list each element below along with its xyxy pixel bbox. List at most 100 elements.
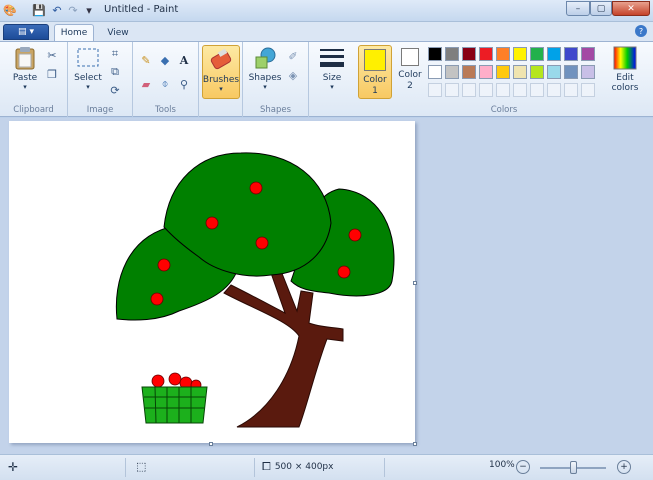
custom-color-slot[interactable] bbox=[547, 83, 561, 97]
resize-handle-corner[interactable] bbox=[413, 442, 417, 446]
resize-handle-right[interactable] bbox=[413, 281, 417, 285]
chevron-down-icon: ▾ bbox=[330, 83, 334, 91]
line-width-icon bbox=[320, 46, 344, 70]
apple-tree-drawing bbox=[115, 152, 395, 428]
copy-icon[interactable]: ❐ bbox=[44, 66, 60, 82]
text-icon[interactable]: A bbox=[176, 52, 192, 68]
custom-color-slot[interactable] bbox=[530, 83, 544, 97]
tools-group: ✎ ◆ A ▰ ⌽ ⚲ Tools bbox=[133, 42, 199, 117]
shapes-group: Shapes ▾ ✐ ◈ Shapes bbox=[243, 42, 309, 117]
outline-icon[interactable]: ✐ bbox=[285, 48, 301, 64]
pencil-icon[interactable]: ✎ bbox=[138, 52, 154, 68]
palette-swatch[interactable] bbox=[445, 47, 459, 61]
palette-swatch[interactable] bbox=[496, 47, 510, 61]
palette-swatch[interactable] bbox=[428, 47, 442, 61]
fill-icon[interactable]: ◆ bbox=[157, 52, 173, 68]
chevron-down-icon: ▾ bbox=[263, 83, 267, 91]
magnifier-icon[interactable]: ⚲ bbox=[176, 76, 192, 92]
tab-home[interactable]: Home bbox=[54, 24, 94, 41]
custom-color-slot[interactable] bbox=[564, 83, 578, 97]
color2-swatch bbox=[401, 48, 419, 66]
shapes-icon bbox=[253, 46, 277, 70]
chevron-down-icon: ▾ bbox=[29, 27, 35, 37]
drawing-canvas[interactable] bbox=[9, 121, 415, 443]
clipboard-group: Paste ▾ ✂ ❐ Clipboard bbox=[0, 42, 68, 117]
color1-label: Color 1 bbox=[363, 75, 387, 96]
zoom-out-button[interactable]: − bbox=[516, 460, 530, 474]
title-bar: 🎨 💾 ↶ ↷ ▾ Untitled - Paint – ▢ ✕ bbox=[0, 0, 653, 22]
color-picker-icon[interactable]: ⌽ bbox=[157, 76, 173, 92]
custom-color-slot[interactable] bbox=[462, 83, 476, 97]
palette-swatch[interactable] bbox=[547, 47, 561, 61]
file-menu-button[interactable]: ▤ ▾ bbox=[3, 24, 49, 40]
undo-icon[interactable]: ↶ bbox=[50, 3, 64, 17]
custom-color-slot[interactable] bbox=[496, 83, 510, 97]
save-icon[interactable]: 💾 bbox=[32, 3, 46, 17]
close-button[interactable]: ✕ bbox=[612, 1, 650, 16]
ribbon-tabs: ▤ ▾ Home View ? bbox=[0, 22, 653, 41]
palette-swatch[interactable] bbox=[530, 65, 544, 79]
palette-swatch[interactable] bbox=[479, 47, 493, 61]
select-button[interactable]: Select ▾ bbox=[72, 46, 104, 91]
rotate-icon[interactable]: ⟳ bbox=[107, 82, 123, 98]
size-button[interactable]: Size ▾ bbox=[317, 46, 347, 91]
select-label: Select bbox=[74, 73, 102, 83]
image-size-display: ⧠ 500 × 400px bbox=[262, 460, 333, 474]
resize-icon[interactable]: ⧉ bbox=[107, 64, 123, 80]
help-icon[interactable]: ? bbox=[635, 25, 647, 37]
restore-button[interactable]: ▢ bbox=[590, 1, 612, 16]
palette-swatch[interactable] bbox=[564, 47, 578, 61]
custom-color-slot[interactable] bbox=[428, 83, 442, 97]
color2-button[interactable]: Color 2 bbox=[395, 48, 425, 92]
chevron-down-icon: ▾ bbox=[219, 85, 223, 93]
image-group: Select ▾ ⌗ ⧉ ⟳ Image bbox=[68, 42, 133, 117]
palette-swatch[interactable] bbox=[564, 65, 578, 79]
customize-quick-access-icon[interactable]: ▾ bbox=[82, 3, 96, 17]
shapes-button[interactable]: Shapes ▾ bbox=[247, 46, 283, 91]
apple-basket bbox=[141, 372, 208, 424]
custom-color-slot[interactable] bbox=[479, 83, 493, 97]
zoom-slider-thumb[interactable] bbox=[570, 461, 577, 474]
palette-swatch[interactable] bbox=[496, 65, 510, 79]
zoom-in-button[interactable]: + bbox=[617, 460, 631, 474]
size-group: Size ▾ bbox=[309, 42, 355, 117]
selection-size-icon: ⬚ bbox=[136, 460, 147, 473]
crop-icon[interactable]: ⌗ bbox=[107, 46, 123, 62]
fill-shape-icon[interactable]: ◈ bbox=[285, 67, 301, 83]
palette-swatch[interactable] bbox=[581, 47, 595, 61]
palette-swatch[interactable] bbox=[513, 65, 527, 79]
brushes-button[interactable]: Brushes ▾ bbox=[202, 45, 240, 99]
palette-swatch[interactable] bbox=[445, 65, 459, 79]
window-title: Untitled - Paint bbox=[104, 4, 179, 15]
palette-swatch[interactable] bbox=[530, 47, 544, 61]
brushes-label: Brushes bbox=[202, 75, 240, 85]
canvas-workspace bbox=[0, 118, 653, 454]
color1-button[interactable]: Color 1 bbox=[358, 45, 392, 99]
tab-view[interactable]: View bbox=[100, 24, 136, 41]
paste-button[interactable]: Paste ▾ bbox=[8, 46, 42, 91]
resize-handle-bottom[interactable] bbox=[209, 442, 213, 446]
file-menu-icon: ▤ bbox=[17, 27, 27, 37]
palette-swatch[interactable] bbox=[547, 65, 561, 79]
custom-color-slot[interactable] bbox=[445, 83, 459, 97]
palette-swatch[interactable] bbox=[513, 47, 527, 61]
color-wheel-icon bbox=[613, 46, 637, 70]
paint-app-icon[interactable]: 🎨 bbox=[3, 3, 17, 17]
paste-label: Paste bbox=[12, 73, 38, 83]
custom-color-slot[interactable] bbox=[581, 83, 595, 97]
eraser-icon[interactable]: ▰ bbox=[138, 76, 154, 92]
palette-swatch[interactable] bbox=[428, 65, 442, 79]
custom-color-slot[interactable] bbox=[513, 83, 527, 97]
redo-icon[interactable]: ↷ bbox=[66, 3, 80, 17]
edit-colors-label: Edit colors bbox=[611, 73, 639, 93]
edit-colors-button[interactable]: Edit colors bbox=[605, 46, 645, 93]
tools-group-label: Tools bbox=[155, 105, 176, 115]
palette-swatch[interactable] bbox=[479, 65, 493, 79]
minimize-button[interactable]: – bbox=[566, 1, 590, 16]
cut-icon[interactable]: ✂ bbox=[44, 47, 60, 63]
palette-swatch[interactable] bbox=[581, 65, 595, 79]
palette-swatch[interactable] bbox=[462, 47, 476, 61]
image-size-icon: ⧠ bbox=[262, 460, 271, 473]
palette-swatch[interactable] bbox=[462, 65, 476, 79]
clipboard-group-label: Clipboard bbox=[13, 105, 54, 115]
